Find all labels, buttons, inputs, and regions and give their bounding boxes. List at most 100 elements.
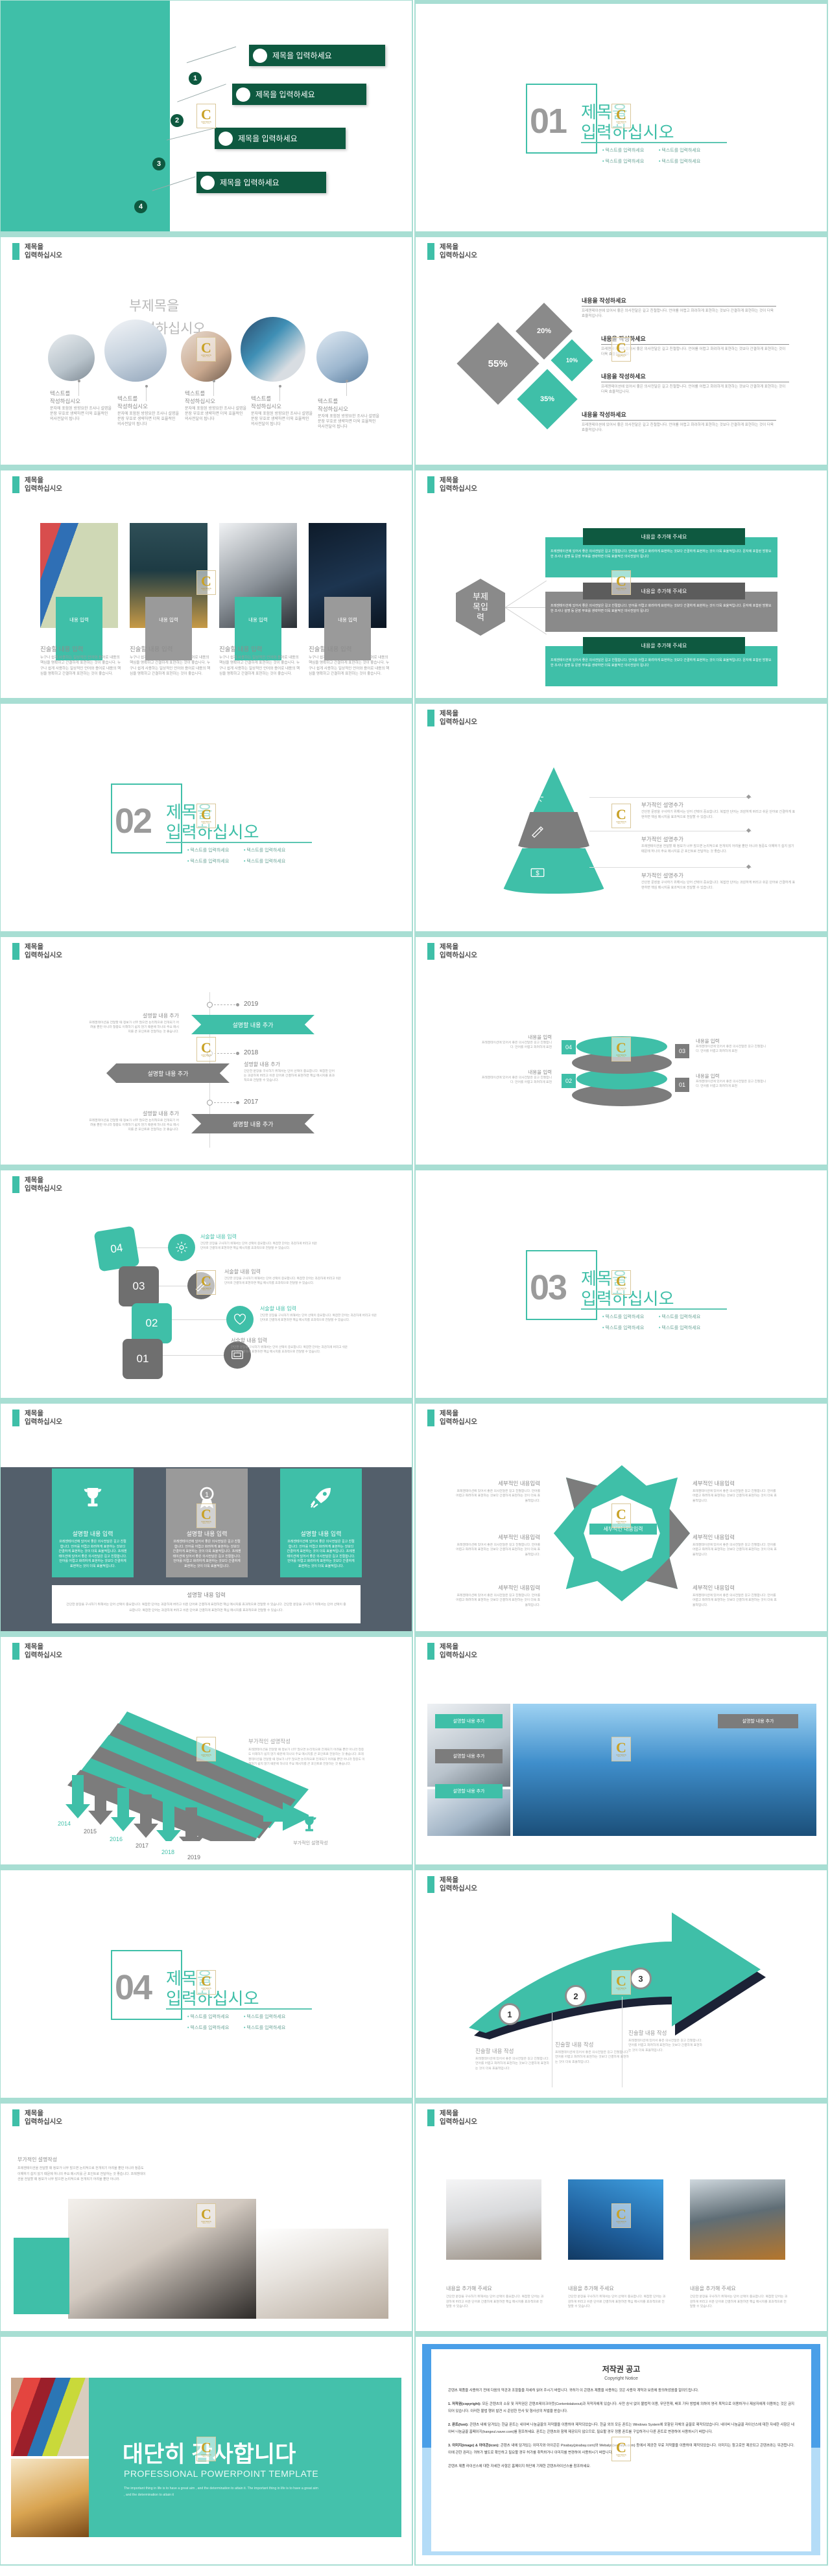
ribbon-2[interactable]: 설명할 내용 추가 bbox=[106, 1063, 230, 1083]
ribbon-1[interactable]: 설명할 내용 추가 bbox=[191, 1015, 314, 1034]
dark-card-2-body: 프레젠테이션에 있어서 좋은 의사전달은 길고 친절합니다. 언어를 어렵고 화… bbox=[172, 1540, 241, 1568]
contents-item-1[interactable]: 제목을 입력하세요 bbox=[249, 45, 385, 66]
lead-line-1 bbox=[504, 580, 547, 608]
thankyou-subtitle: PROFESSIONAL POWERPOINT TEMPLATE bbox=[124, 2468, 319, 2479]
divider-bullet-4: 텍스트를 입력하세요 bbox=[244, 858, 285, 864]
contents-item-2[interactable]: 제목을 입력하세요 bbox=[232, 84, 366, 105]
divider-bullet-1: 텍스트를 입력하세요 bbox=[602, 147, 644, 154]
slide-meeting-photo[interactable]: 제목을 입력하십시오 부가적인 설명작성 프레젠테이션을 전달할 때 정보가 너… bbox=[0, 2099, 413, 2332]
disc-text-1-title: 내용을 입력 bbox=[696, 1073, 720, 1079]
slide-stacked-discs[interactable]: 제목을 입력하십시오 04 03 02 01 내용을 입력 프레젠테이션에 있어… bbox=[414, 933, 828, 1166]
contents-item-3[interactable]: 제목을 입력하세요 bbox=[215, 128, 346, 149]
caption-4-body: 문자에 포함된 방향요한 조사나 설명을 문장 부호로 생략하면 더욱 효율적인… bbox=[251, 412, 313, 426]
star-text-1-title: 세부적인 내용입력 bbox=[498, 1480, 540, 1487]
lead-line-3 bbox=[504, 607, 547, 635]
meeting-photo bbox=[68, 2199, 256, 2319]
timeline-text-3-body: 프레젠테이션을 전달할 때 정보가 너무 많으면 논리적으로 전개되기 어려울 … bbox=[89, 1119, 179, 1131]
photo-tag-2[interactable]: 설명할 내용 추가 bbox=[435, 1749, 503, 1763]
arrow-bubble-1[interactable]: 1 bbox=[499, 2003, 521, 2025]
caption-1-line1: 텍스트를 bbox=[50, 390, 71, 397]
slide-three-photos[interactable]: 제목을 입력하십시오 내용을 추가해 주세요 간단한 문장을 구사하기 위해서는… bbox=[414, 2099, 828, 2332]
divider-bullet-4: 텍스트를 입력하세요 bbox=[659, 1325, 700, 1331]
arrow-bubble-3[interactable]: 3 bbox=[630, 1967, 652, 1990]
divider-bullet-2: 텍스트를 입력하세요 bbox=[659, 147, 700, 154]
photo-tag-4[interactable]: 설명할 내용 추가 bbox=[718, 1714, 798, 1728]
slide-divider-02[interactable]: 02 제목을 입력하십시오 텍스트를 입력하세요 텍스트를 입력하세요 텍스트를… bbox=[0, 699, 413, 933]
slide-star-octagon[interactable]: 제목을 입력하십시오 세부적인 내용입력 세부적인 내용입력 프레젠테이션에 있… bbox=[414, 1399, 828, 1632]
slide-divider-01[interactable]: 01 제목을 입력하십시오 텍스트를 입력하세요 텍스트를 입력하세요 텍스트를… bbox=[414, 0, 828, 233]
star-text-4-title: 세부적인 내용입력 bbox=[693, 1480, 735, 1487]
timeline-dash-2 bbox=[214, 1053, 235, 1054]
slide-dark-cards[interactable]: 제목을 입력하십시오 설명할 내용 입력 프레젠테이션에 있어서 좋은 의사전달… bbox=[0, 1399, 413, 1632]
timeline-text-2-body: 간단한 문장을 구사하기 위해서는 단어 선택이 중요합니다. 복잡한 단어는 … bbox=[244, 1070, 335, 1082]
slide-diamonds[interactable]: 제목을 입력하십시오 55% 20% 10% 35% 내용을 작성하세요 프레젠… bbox=[414, 233, 828, 466]
square-02[interactable]: 02 bbox=[132, 1303, 172, 1343]
slide-circle-photos[interactable]: 제목을 입력하십시오 부제목을 입력하십시오 텍스트를 작성하십시오 문자에 포… bbox=[0, 233, 413, 466]
top-accent-bar bbox=[416, 234, 827, 237]
copyright-para-2: 2. 폰트(font): 콘텐츠 내에 담겨있는 한글 폰트는 네이버 나눔글꼴… bbox=[448, 2422, 794, 2436]
dark-card-1[interactable]: 설명할 내용 입력 프레젠테이션에 있어서 좋은 의사전달은 길고 친절합니다.… bbox=[52, 1468, 134, 1577]
thankyou-panel: 대단히 감사합니다 PROFESSIONAL POWERPOINT TEMPLA… bbox=[89, 2378, 401, 2537]
slide-hexagon-bands[interactable]: 제목을 입력하십시오 부제 목입 력 내용을 추가해 주세요 프레젠테이션에 있… bbox=[414, 466, 828, 699]
slide-big-arrow[interactable]: 제목을 입력하십시오 1 2 3 진술할 내용 작성 프레젠테이션에 있어서 좋… bbox=[414, 1866, 828, 2099]
slide-photo-cards[interactable]: 제목을 입력하십시오 내용 입력 내용 입력 내용 입력 내용 입력 진술할 내… bbox=[0, 466, 413, 699]
star-center-band: 세부적인 내용입력 bbox=[589, 1524, 657, 1535]
slide-copyright[interactable]: 저작권 공고 Copyright Notice 콘텐츠 제품을 사용하기 전에 … bbox=[414, 2332, 828, 2566]
header-accent-bar bbox=[12, 476, 19, 493]
band-1-body: 프레젠테이션에 있어서 좋은 의사전달은 길고 친절합니다. 언어를 어렵고 화… bbox=[551, 550, 772, 559]
square-text-03: 서술할 내용 입력 간단한 문장을 구사하기 위해서는 단어 선택이 중요합니다… bbox=[224, 1268, 344, 1286]
connector-02 bbox=[168, 1319, 228, 1320]
ribbon-2-label: 설명할 내용 추가 bbox=[147, 1070, 189, 1077]
dark-card-2[interactable]: 1 설명할 내용 입력 프레젠테이션에 있어서 좋은 의사전달은 길고 친절합니… bbox=[166, 1468, 248, 1577]
square-text-04-body: 간단한 문장을 구사하기 위해서는 단어 선택이 중요합니다. 복잡한 단어는 … bbox=[200, 1242, 318, 1249]
slide-header: 제목을 입력하십시오 bbox=[12, 1410, 62, 1426]
arrow-text-2: 진술할 내용 작성 프레젠테이션에 있어서 좋은 의사전달은 길고 친절합니다.… bbox=[555, 2041, 632, 2065]
photo-tag-1[interactable]: 설명할 내용 추가 bbox=[435, 1714, 503, 1728]
slide-divider-03[interactable]: 03 제목을 입력하십시오 텍스트를 입력하세요 텍스트를 입력하세요 텍스트를… bbox=[414, 1166, 828, 1399]
slide-thank-you[interactable]: 대단히 감사합니다 PROFESSIONAL POWERPOINT TEMPLA… bbox=[0, 2332, 413, 2566]
pyramid-rule-3 bbox=[589, 867, 752, 868]
heart-icon-badge bbox=[226, 1306, 254, 1333]
pyramid-dot-3 bbox=[746, 864, 752, 870]
star-text-2-body: 프레젠테이션에 있어서 좋은 의사전달은 길고 친절합니다. 언어를 어렵고 화… bbox=[456, 1544, 540, 1557]
pyramid-text-3-body: 간단한 문장을 구사하기 위해서는 단어 선택이 중요합니다. 복잡한 단어는 … bbox=[641, 881, 796, 890]
thankyou-layout: 대단히 감사합니다 PROFESSIONAL POWERPOINT TEMPLA… bbox=[11, 2378, 401, 2537]
divider-rule bbox=[166, 842, 312, 843]
caption-2-line2: 작성하십시오 bbox=[117, 403, 148, 410]
caption-5-line2: 작성하십시오 bbox=[318, 406, 348, 412]
slide-isometric-stairs[interactable]: 제목을 입력하십시오 2014 2015 2016 2017 2018 2019… bbox=[0, 1632, 413, 1866]
square-04[interactable]: 04 bbox=[93, 1225, 140, 1272]
square-01[interactable]: 01 bbox=[123, 1339, 163, 1379]
three-photo-text-1: 내용을 추가해 주세요 간단한 문장을 구사하기 위해서는 단어 선택이 중요합… bbox=[446, 2285, 545, 2310]
diamond-desc-3-body: 프레젠테이션에 있어서 좋은 의사전달은 길고 친절합니다. 언어를 어렵고 화… bbox=[601, 385, 786, 394]
three-photo-text-1-body: 간단한 문장을 구사하기 위해서는 단어 선택이 중요합니다. 복잡한 단어는 … bbox=[446, 2295, 544, 2309]
copyright-para-2-text: 콘텐츠 내에 담겨있는 한글 폰트는 네이버 나눔글꼴의 저작물을 이용하여 제… bbox=[448, 2423, 794, 2434]
divider-bullet-3: 텍스트를 입력하세요 bbox=[602, 1325, 644, 1331]
slide-cone-pyramid[interactable]: 제목을 입력하십시오 $ 부가적인 설명추가 간단한 문장을 구사하기 위해서는… bbox=[414, 699, 828, 933]
thankyou-images bbox=[11, 2378, 89, 2537]
square-text-01-body: 간단한 문장을 구사하기 위해서는 단어 선택이 중요합니다. 복잡한 단어는 … bbox=[231, 1345, 348, 1353]
slide-photo-tags[interactable]: 제목을 입력하십시오 설명할 내용 추가 설명할 내용 추가 설명할 내용 추가… bbox=[414, 1632, 828, 1866]
divider-number: 03 bbox=[530, 1268, 567, 1307]
top-accent-bar bbox=[1, 701, 412, 704]
dark-card-3[interactable]: 설명할 내용 입력 프레젠테이션에 있어서 좋은 의사전달은 길고 친절합니다.… bbox=[280, 1468, 362, 1577]
ribbon-3[interactable]: 설명할 내용 추가 bbox=[191, 1114, 314, 1133]
slide-ribbon-timeline[interactable]: 제목을 입력하십시오 2019 설명할 내용 추가 설명할 내용 추가 프레젠테… bbox=[0, 933, 413, 1166]
slide-numbered-squares[interactable]: 제목을 입력하십시오 04 03 02 01 서술할 내용 입력 간단한 문장을… bbox=[0, 1166, 413, 1399]
arrow-bubble-2[interactable]: 2 bbox=[565, 1985, 587, 2007]
three-photo-3 bbox=[690, 2179, 785, 2260]
pencil-icon-badge bbox=[187, 1272, 215, 1299]
slide-contents[interactable]: 목 차 CONTENTS 제목을 입력하세요 제목을 입력하세요 제목을 입력하… bbox=[0, 0, 413, 233]
slide-divider-04[interactable]: 04 제목을 입력하십시오 텍스트를 입력하세요 텍스트를 입력하세요 텍스트를… bbox=[0, 1866, 413, 2099]
square-03[interactable]: 03 bbox=[119, 1266, 159, 1306]
caption-2: 텍스트를 작성하십시오 문자에 포함된 방향요한 조사나 설명을 문장 부호로 … bbox=[117, 395, 180, 427]
disc-tag-3: 03 bbox=[675, 1044, 689, 1058]
diamond-20-value: 20% bbox=[536, 327, 552, 335]
gear-icon-badge bbox=[168, 1234, 195, 1261]
copyright-para-1-text: 모든 콘텐츠의 소유 및 저작권은 콘텐츠테이크아웃(Contentstakeo… bbox=[448, 2402, 794, 2413]
thankyou-photo-books bbox=[11, 2378, 89, 2456]
thankyou-photo-coffee bbox=[11, 2459, 89, 2537]
copyright-para-3-text: 콘텐츠 내에 담겨있는 이미지와 아이콘은 Pixabay(pixabay.co… bbox=[448, 2444, 794, 2455]
contents-item-4[interactable]: 제목을 입력하세요 bbox=[196, 172, 326, 193]
photo-tag-3[interactable]: 설명할 내용 추가 bbox=[435, 1784, 503, 1798]
